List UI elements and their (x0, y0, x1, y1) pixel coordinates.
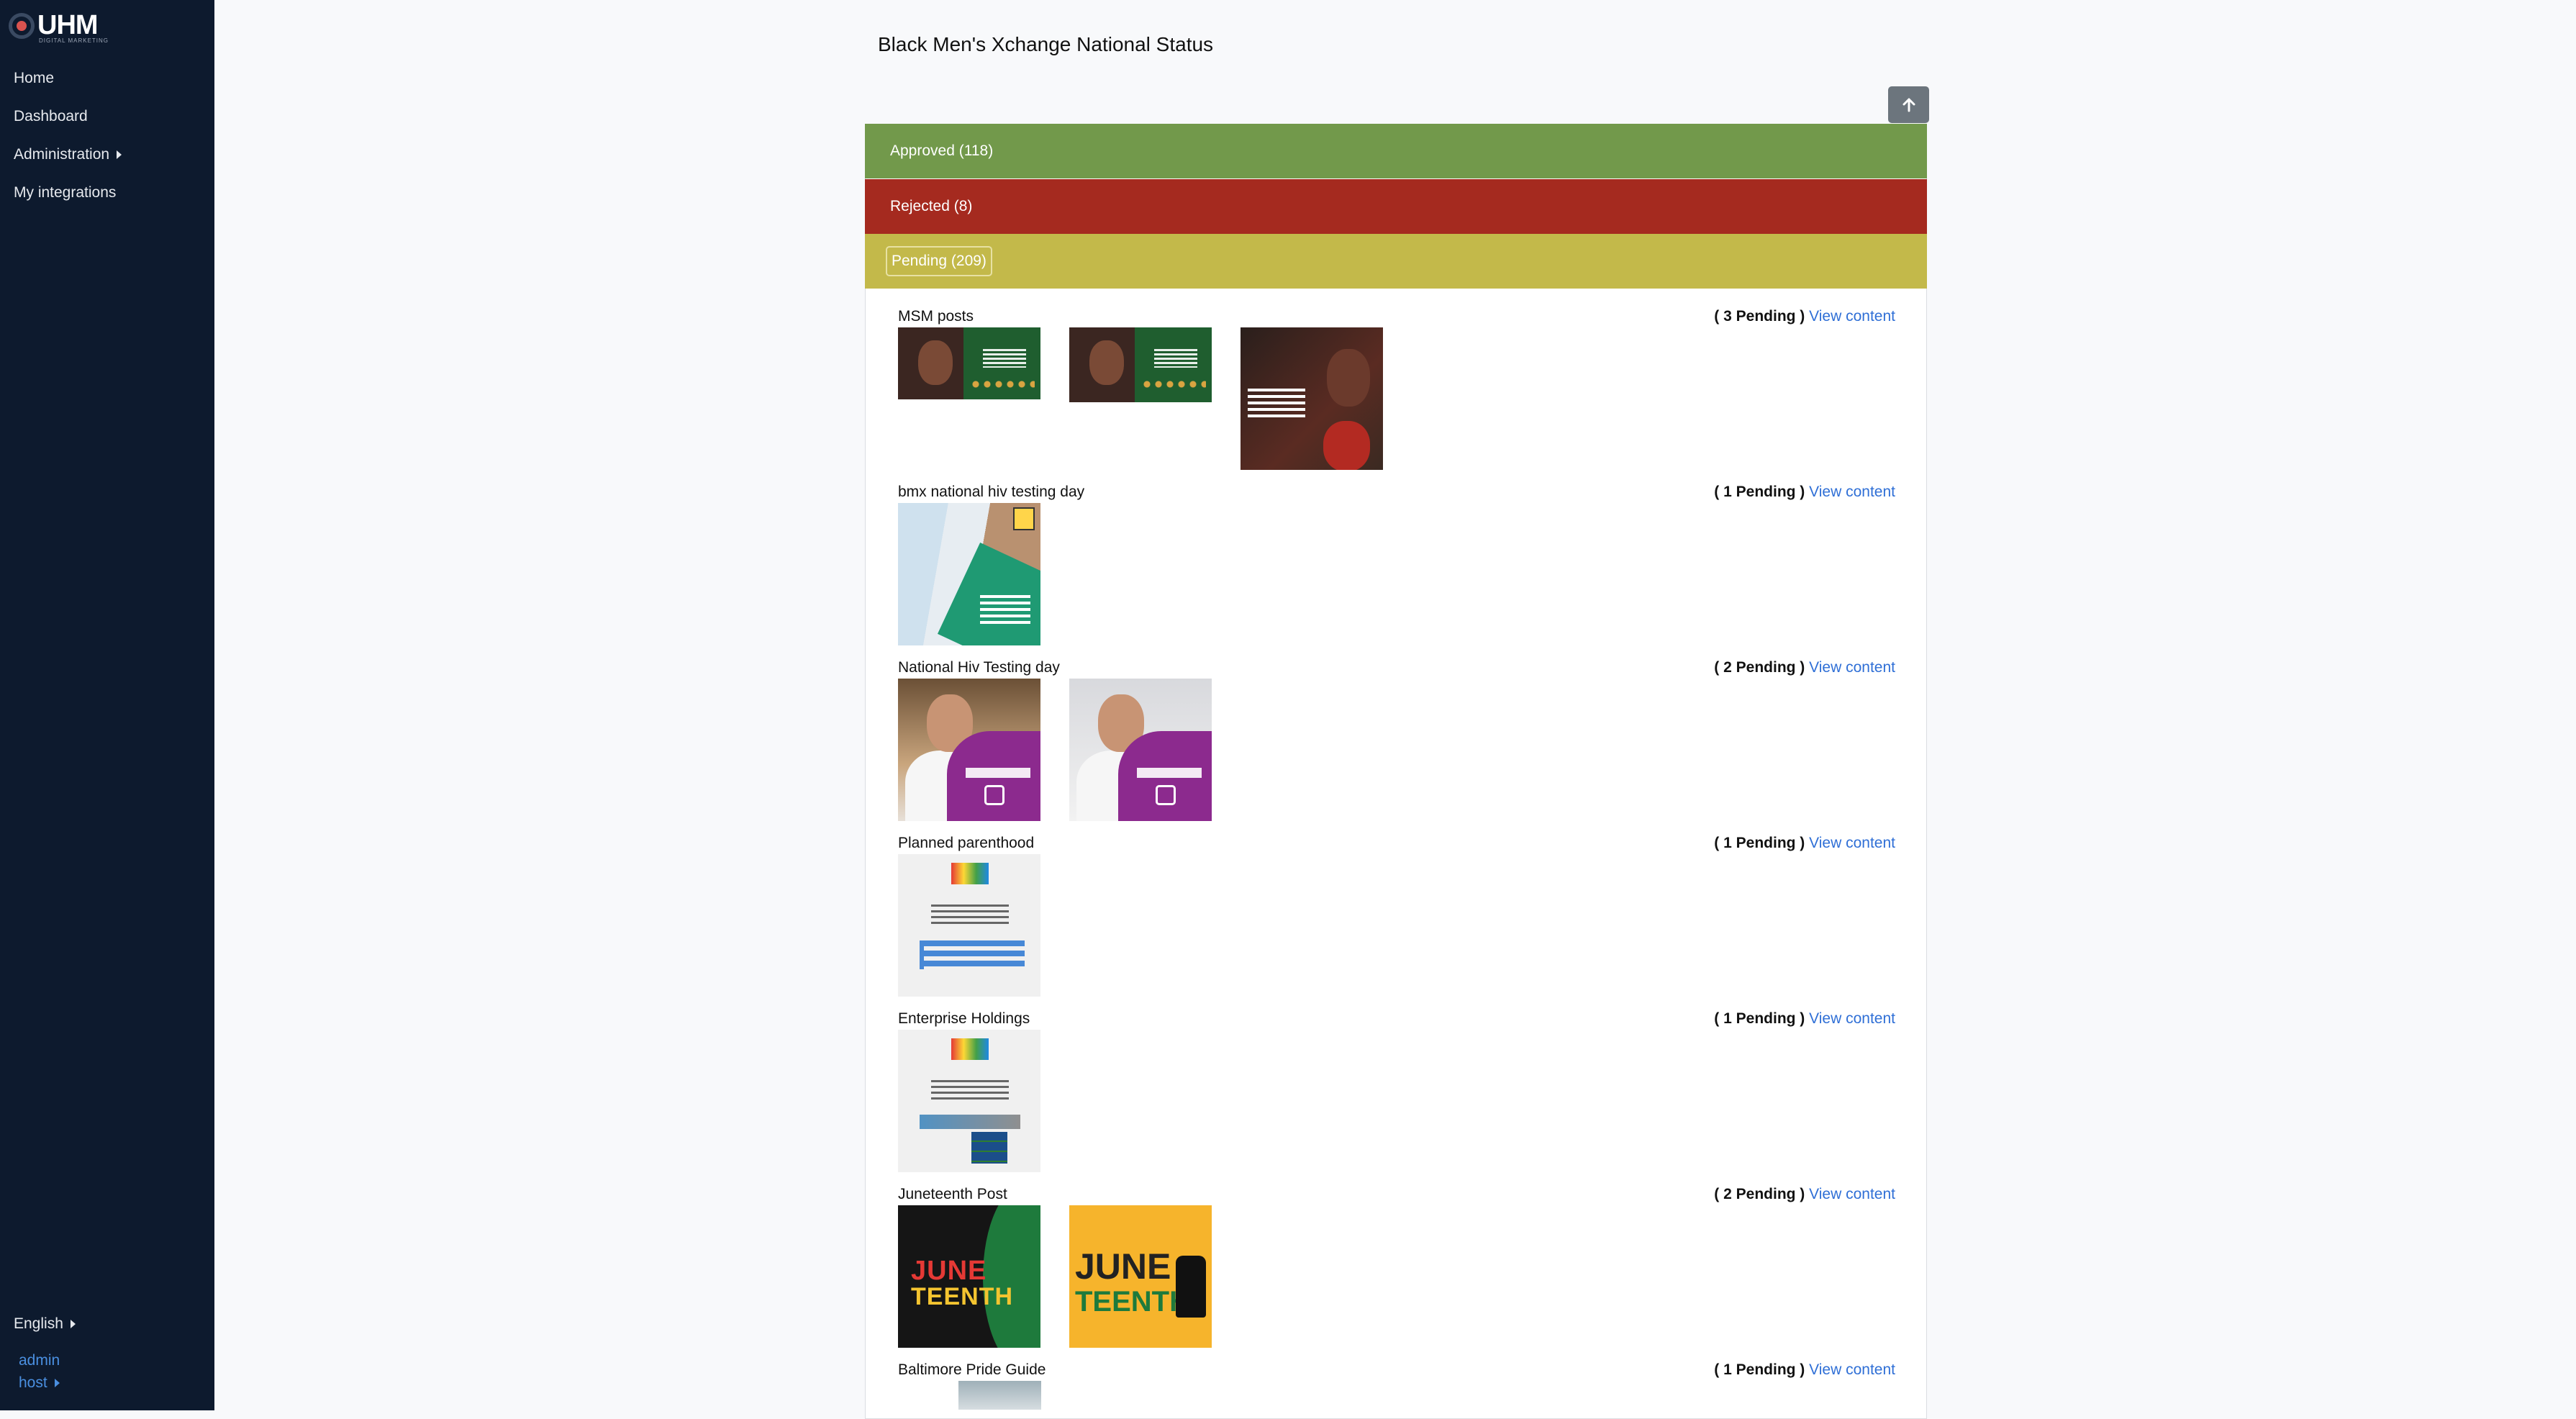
group-meta: ( 1 Pending ) View content (1714, 484, 1895, 501)
arrow-up-icon (1902, 98, 1915, 112)
thumbnail-list (898, 503, 1040, 645)
content-group-enterprise-holdings: Enterprise Holdings ( 1 Pending ) View c… (898, 1010, 1895, 1176)
content-thumbnail[interactable] (898, 1030, 1040, 1172)
group-meta: ( 3 Pending ) View content (1714, 308, 1895, 325)
sidebar-item-administration[interactable]: Administration (14, 135, 122, 173)
logo-subtitle: DIGITAL MARKETING (39, 37, 109, 44)
language-selector[interactable]: English (14, 1312, 76, 1336)
content-thumbnail[interactable] (898, 854, 1040, 997)
group-meta: ( 1 Pending ) View content (1714, 1361, 1895, 1379)
pending-count: ( 1 Pending ) (1714, 835, 1805, 851)
thumbnail-text: TEENTH (911, 1283, 1013, 1310)
content-thumbnail[interactable] (898, 327, 1040, 399)
pending-count: ( 2 Pending ) (1714, 659, 1805, 676)
view-content-link[interactable]: View content (1809, 1010, 1895, 1027)
group-name: Planned parenthood (898, 835, 1035, 851)
group-name: Enterprise Holdings (898, 1010, 1030, 1027)
view-content-link[interactable]: View content (1809, 1361, 1895, 1378)
content-group-national-hiv-testing-day: National Hiv Testing day ( 2 Pending ) V… (898, 659, 1895, 825)
caret-right-icon (70, 1320, 76, 1328)
host-link-label: host (19, 1374, 47, 1391)
group-meta: ( 1 Pending ) View content (1714, 1010, 1895, 1028)
content-thumbnail[interactable] (958, 1381, 1041, 1410)
caret-right-icon (117, 150, 122, 159)
content-thumbnail[interactable] (1241, 327, 1383, 470)
content-thumbnail[interactable] (1069, 679, 1212, 821)
content-thumbnail[interactable] (898, 503, 1040, 645)
rejected-section-header[interactable]: Rejected (8) (865, 179, 1927, 234)
caret-right-icon (54, 1378, 60, 1387)
logo-text: UHM (37, 10, 99, 40)
sidebar-item-label: Home (14, 69, 55, 86)
thumbnail-list (898, 854, 1040, 997)
group-name: MSM posts (898, 308, 974, 325)
sidebar-item-label: Dashboard (14, 107, 88, 124)
scroll-up-button[interactable] (1888, 86, 1929, 123)
pending-count: ( 2 Pending ) (1714, 1186, 1805, 1202)
view-content-link[interactable]: View content (1809, 484, 1895, 500)
thumbnail-text: JUNE (911, 1256, 987, 1286)
pending-count: ( 3 Pending ) (1714, 308, 1805, 325)
content-group-planned-parenthood: Planned parenthood ( 1 Pending ) View co… (898, 835, 1895, 1000)
sidebar-nav: Home Dashboard Administration My integra… (14, 59, 122, 212)
admin-link[interactable]: admin (19, 1349, 76, 1372)
thumbnail-text: TEENTH (1075, 1286, 1190, 1318)
content-group-bmx-hiv-testing-day: bmx national hiv testing day ( 1 Pending… (898, 484, 1895, 649)
pending-count: ( 1 Pending ) (1714, 1361, 1805, 1378)
view-content-link[interactable]: View content (1809, 308, 1895, 325)
thumbnail-text: JUNE (1075, 1246, 1171, 1287)
group-meta: ( 1 Pending ) View content (1714, 835, 1895, 852)
sidebar-item-label: My integrations (14, 183, 117, 201)
approved-section-header[interactable]: Approved (118) (865, 124, 1927, 178)
content-group-baltimore-pride-guide: Baltimore Pride Guide ( 1 Pending ) View… (898, 1361, 1895, 1410)
content-group-juneteenth-post: Juneteenth Post ( 2 Pending ) View conte… (898, 1186, 1895, 1351)
view-content-link[interactable]: View content (1809, 659, 1895, 676)
logo-mark-icon (9, 12, 35, 39)
sidebar-footer: English admin host (14, 1312, 76, 1394)
pending-section-header[interactable]: Pending (209) (865, 234, 1927, 289)
view-content-link[interactable]: View content (1809, 835, 1895, 851)
thumbnail-list (898, 1030, 1040, 1172)
sidebar-item-my-integrations[interactable]: My integrations (14, 173, 122, 212)
group-name: National Hiv Testing day (898, 659, 1060, 676)
content-thumbnail[interactable]: JUNE TEENTH (1069, 1205, 1212, 1348)
user-links: admin host (19, 1349, 76, 1394)
app-logo[interactable]: UHM (9, 10, 99, 41)
approved-label: Approved (118) (890, 142, 994, 159)
sidebar-item-home[interactable]: Home (14, 59, 122, 97)
group-meta: ( 2 Pending ) View content (1714, 659, 1895, 676)
content-thumbnail[interactable]: JUNE TEENTH (898, 1205, 1040, 1348)
group-name: Juneteenth Post (898, 1186, 1007, 1202)
page-title: Black Men's Xchange National Status (878, 33, 1214, 55)
group-name: bmx national hiv testing day (898, 484, 1085, 500)
admin-link-label: admin (19, 1351, 60, 1369)
pending-count: ( 1 Pending ) (1714, 484, 1805, 500)
host-link[interactable]: host (19, 1372, 76, 1394)
thumbnail-list (898, 679, 1212, 821)
sidebar-item-label: Administration (14, 145, 110, 163)
group-name: Baltimore Pride Guide (898, 1361, 1046, 1378)
thumbnail-list (898, 327, 1383, 470)
pending-label[interactable]: Pending (209) (886, 246, 992, 276)
pending-count: ( 1 Pending ) (1714, 1010, 1805, 1027)
sidebar-item-dashboard[interactable]: Dashboard (14, 97, 122, 135)
thumbnail-list (898, 1381, 1041, 1410)
rejected-label: Rejected (8) (890, 198, 973, 214)
fist-icon (1176, 1256, 1206, 1318)
language-label: English (14, 1315, 63, 1332)
thumbnail-list: JUNE TEENTH JUNE TEENTH (898, 1205, 1212, 1348)
content-thumbnail[interactable] (1069, 327, 1212, 402)
view-content-link[interactable]: View content (1809, 1186, 1895, 1202)
sidebar: UHM DIGITAL MARKETING Home Dashboard Adm… (0, 0, 214, 1410)
content-thumbnail[interactable] (898, 679, 1040, 821)
content-group-msm-posts: MSM posts ( 3 Pending ) View content (898, 308, 1895, 473)
group-meta: ( 2 Pending ) View content (1714, 1186, 1895, 1203)
